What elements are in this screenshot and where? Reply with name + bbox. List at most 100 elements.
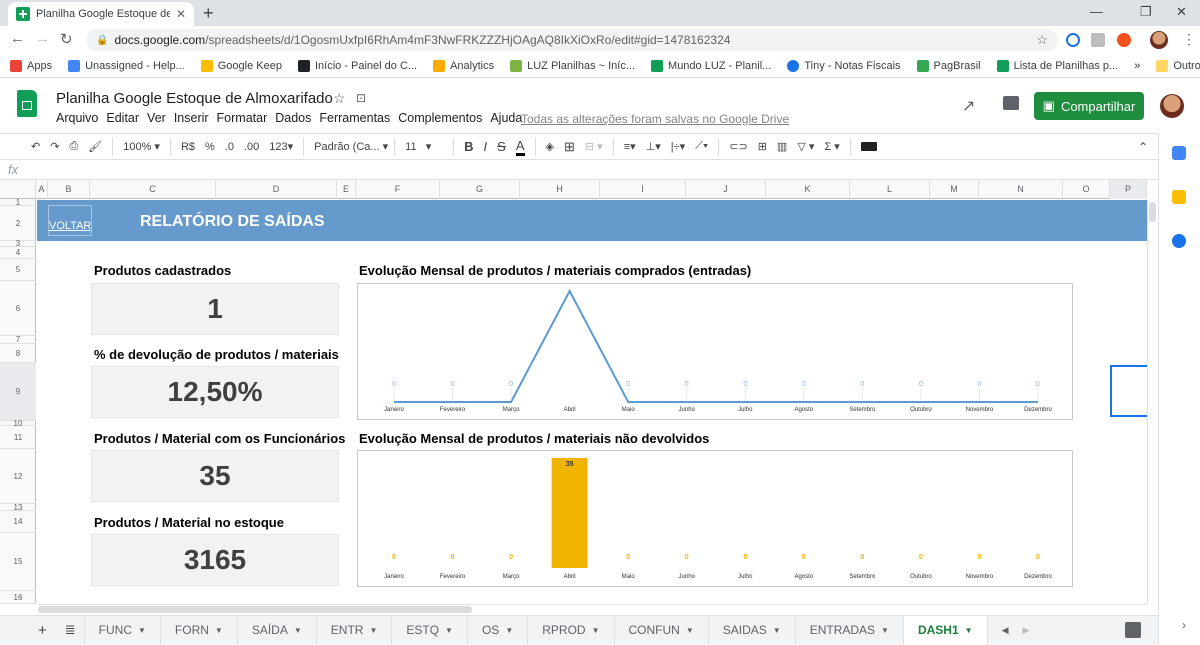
font-size-select[interactable]: 11 ▾	[405, 140, 443, 153]
sheet-tab-entradas[interactable]: ENTRADAS ▼	[796, 615, 904, 645]
reload-icon[interactable]: ↻	[60, 30, 73, 48]
input-tools-icon[interactable]	[860, 142, 877, 151]
sheet-tab-menu-icon[interactable]: ▼	[773, 626, 781, 635]
sheet-tab-dash1[interactable]: DASH1 ▼	[903, 615, 988, 645]
column-header-k[interactable]: K	[766, 180, 850, 199]
calendar-icon[interactable]	[1172, 146, 1186, 160]
profile-avatar[interactable]	[1150, 31, 1168, 49]
kpi-value-produtos-cadastrados[interactable]: 1	[91, 283, 339, 335]
bookmark-mundo-luz[interactable]: Mundo LUZ - Planil...	[651, 59, 771, 72]
account-avatar[interactable]	[1160, 94, 1184, 118]
text-rotate-icon[interactable]: ⟋▾	[695, 140, 708, 153]
forward-icon[interactable]: →	[35, 30, 50, 47]
select-all-corner[interactable]	[0, 180, 36, 199]
bookmarks-overflow[interactable]: »	[1134, 60, 1140, 72]
vertical-scrollbar[interactable]	[1147, 199, 1158, 604]
menu-inserir[interactable]: Inserir	[174, 111, 209, 125]
menu-ajuda[interactable]: Ajuda	[490, 111, 522, 125]
italic-icon[interactable]: I	[484, 139, 488, 154]
sheet-tab-func[interactable]: FUNC ▼	[85, 615, 161, 645]
sheet-tab-entr[interactable]: ENTR ▼	[317, 615, 393, 645]
share-button[interactable]: ▣ Compartilhar	[1034, 92, 1144, 120]
sheet-tab-menu-icon[interactable]: ▼	[592, 626, 600, 635]
column-header-h[interactable]: H	[520, 180, 600, 199]
column-header-e[interactable]: E	[337, 180, 356, 199]
add-sheet-icon[interactable]: +	[0, 616, 57, 645]
row-header-12[interactable]: 12	[0, 449, 36, 504]
horizontal-scroll-thumb[interactable]	[38, 606, 472, 613]
row-header-6[interactable]: 6	[0, 281, 36, 336]
row-header-8[interactable]: 8	[0, 344, 36, 363]
comments-icon[interactable]	[1003, 96, 1019, 110]
row-header-9[interactable]: 9	[0, 363, 36, 421]
functions-icon[interactable]: Σ ▾	[824, 140, 839, 153]
text-color-icon[interactable]: A	[515, 138, 525, 156]
minimize-icon[interactable]: —	[1090, 4, 1103, 19]
merge-cells-icon[interactable]: ⊟ ▾	[585, 140, 603, 153]
column-header-p[interactable]: P	[1110, 180, 1147, 199]
kpi-value-devolucao[interactable]: 12,50%	[91, 366, 339, 418]
formula-bar[interactable]: fx	[0, 160, 1158, 180]
row-header-4[interactable]: 4	[0, 247, 36, 259]
row-header-14[interactable]: 14	[0, 511, 36, 533]
voltar-button[interactable]: VOLTAR	[48, 205, 92, 236]
sheet-tab-menu-icon[interactable]: ▼	[445, 626, 453, 635]
filter-icon[interactable]: ▽ ▾	[797, 140, 814, 153]
sheet-tab-forn[interactable]: FORN ▼	[161, 615, 238, 645]
decrease-decimal-button[interactable]: .0	[225, 141, 234, 153]
sheet-tab-menu-icon[interactable]: ▼	[881, 626, 889, 635]
column-header-j[interactable]: J	[686, 180, 766, 199]
back-icon[interactable]: ←	[10, 30, 25, 47]
percent-format-button[interactable]: %	[205, 141, 215, 153]
menu-arquivo[interactable]: Arquivo	[56, 111, 98, 125]
browser-tab[interactable]: Planilha Google Estoque de Almc ✕	[8, 2, 194, 26]
sheet-tab-menu-icon[interactable]: ▼	[965, 626, 973, 635]
insert-link-icon[interactable]: ⊂⊃	[729, 140, 747, 153]
tasks-icon[interactable]	[1172, 234, 1186, 248]
text-wrap-icon[interactable]: |÷▾	[671, 140, 685, 153]
redo-icon[interactable]: ↷	[50, 140, 59, 153]
keep-icon[interactable]	[1172, 190, 1186, 204]
close-window-icon[interactable]: ✕	[1176, 4, 1187, 20]
row-header-1[interactable]: 1	[0, 199, 36, 207]
font-select[interactable]: Padrão (Ca... ▾	[314, 140, 388, 153]
expand-side-panel-icon[interactable]: ›	[1182, 618, 1186, 632]
row-header-2[interactable]: 2	[0, 206, 36, 241]
more-formats-select[interactable]: 123▾	[269, 140, 293, 153]
menu-ferramentas[interactable]: Ferramentas	[319, 111, 390, 125]
insert-chart-icon[interactable]: ▥	[777, 140, 787, 153]
print-icon[interactable]: ⎙	[69, 140, 78, 153]
menu-formatar[interactable]: Formatar	[217, 111, 268, 125]
undo-icon[interactable]: ↶	[31, 140, 40, 153]
strikethrough-icon[interactable]: S	[497, 139, 506, 154]
sheet-tab-confun[interactable]: CONFUN ▼	[615, 615, 709, 645]
bookmark-painel[interactable]: Início - Painel do C...	[297, 59, 417, 72]
horizontal-align-icon[interactable]: ≡▾	[624, 140, 636, 153]
sheet-tab-estq[interactable]: ESTQ ▼	[392, 615, 468, 645]
bar-chart[interactable]: 0 Janeiro 0 Fevereiro 0 Março 35 Abril 0 Maio 0 Jun…	[357, 450, 1073, 587]
sheets-logo[interactable]	[17, 90, 37, 117]
new-tab-button[interactable]: +	[203, 3, 214, 24]
column-header-d[interactable]: D	[216, 180, 337, 199]
currency-format-button[interactable]: R$	[181, 141, 195, 153]
column-header-o[interactable]: O	[1063, 180, 1110, 199]
fill-color-icon[interactable]: ◈	[546, 140, 554, 153]
move-folder-icon[interactable]: ⊡	[356, 91, 366, 105]
row-header-13[interactable]: 13	[0, 504, 36, 512]
row-header-5[interactable]: 5	[0, 259, 36, 281]
notes-extension-icon[interactable]	[1091, 33, 1105, 47]
sheet-tab-os[interactable]: OS ▼	[468, 615, 529, 645]
bookmark-tiny[interactable]: Tiny - Notas Fiscais	[787, 59, 901, 72]
row-header-16[interactable]: 16	[0, 591, 36, 604]
paint-format-icon[interactable]: 🖌	[88, 140, 102, 153]
all-sheets-icon[interactable]: ≣	[57, 615, 85, 645]
bold-icon[interactable]: B	[464, 139, 473, 154]
borders-icon[interactable]: ⊞	[564, 139, 575, 155]
save-status-link[interactable]: Todas as alterações foram salvas no Goog…	[521, 112, 789, 126]
sheet-tab-menu-icon[interactable]: ▼	[369, 626, 377, 635]
bookmark-apps[interactable]: Apps	[10, 59, 52, 72]
k-extension-icon[interactable]	[1117, 33, 1131, 47]
password-extension-icon[interactable]	[1066, 33, 1080, 47]
kpi-value-estoque[interactable]: 3165	[91, 534, 339, 586]
menu-dados[interactable]: Dados	[275, 111, 311, 125]
